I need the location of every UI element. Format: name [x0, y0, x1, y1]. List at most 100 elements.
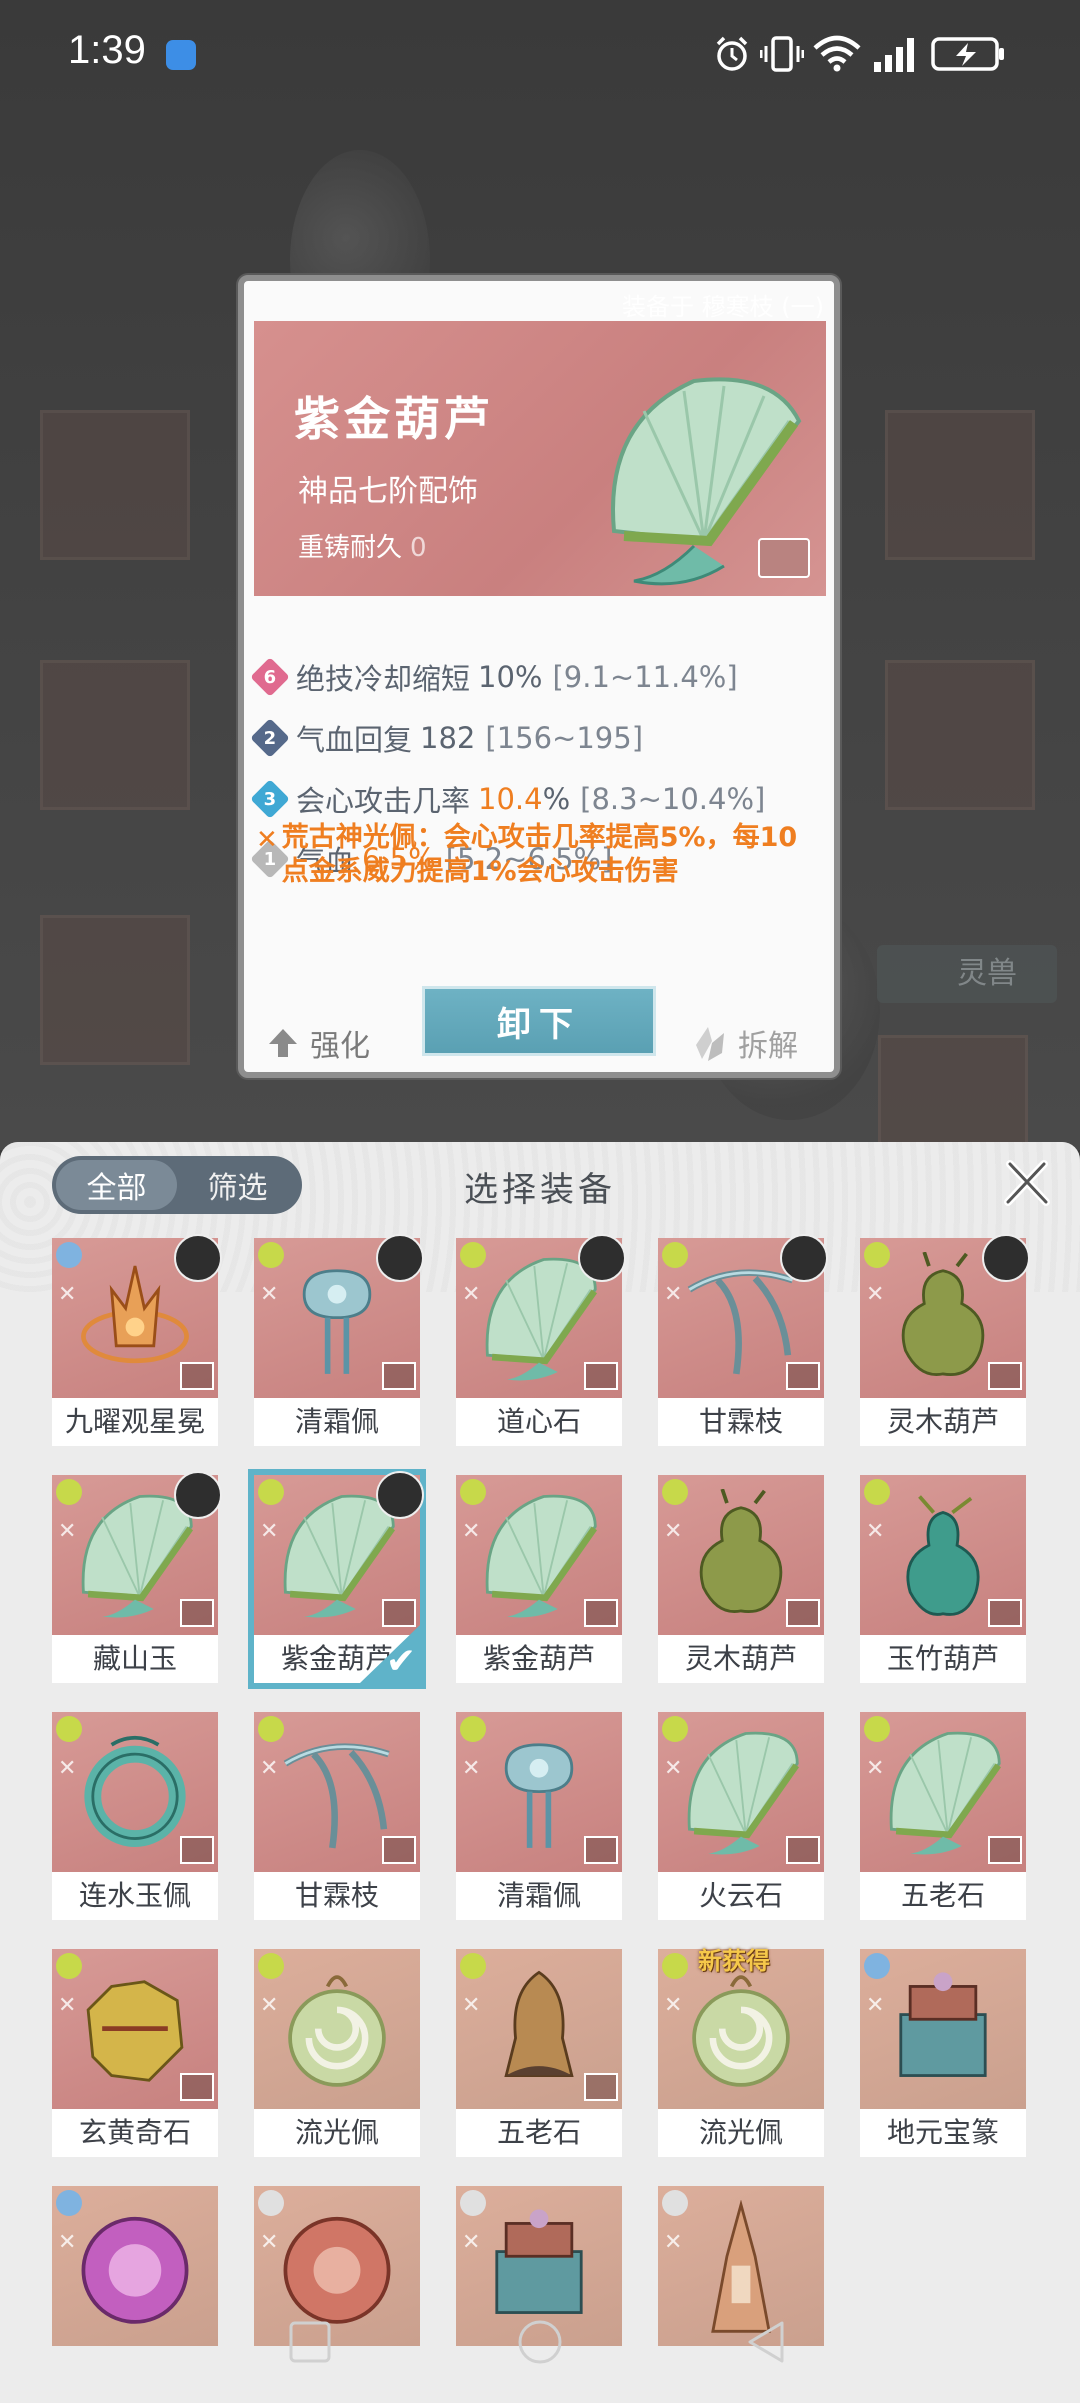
unequip-button[interactable]: 卸下	[422, 986, 656, 1056]
set-icon: ✕	[664, 1756, 683, 1781]
item-name: 清霜佩	[456, 1872, 622, 1920]
item-name: 藏山玉	[52, 1635, 218, 1683]
equipment-item[interactable]: ✕ 清霜佩	[456, 1712, 622, 1920]
signal-icon	[874, 38, 914, 72]
home-button[interactable]	[516, 2320, 564, 2368]
owner-avatar	[174, 1234, 222, 1282]
clock: 1:39	[68, 28, 146, 72]
equipment-slot-bg[interactable]	[885, 660, 1035, 810]
set-icon: ✕	[866, 1519, 885, 1544]
stat-rank-icon: 2	[250, 718, 290, 758]
system-nav-bar	[0, 2290, 1080, 2403]
set-icon: ✕	[664, 1993, 683, 2018]
lock-icon	[382, 1362, 416, 1390]
set-icon: ✕	[664, 1282, 683, 1307]
card-header: 紫金葫芦 神品七阶配饰 重铸耐久 0	[254, 321, 826, 596]
item-name: 连水玉佩	[52, 1872, 218, 1920]
owner-avatar	[780, 1234, 828, 1282]
arrow-up-icon	[269, 1029, 297, 1057]
equipment-item[interactable]: ✕ 火云石	[658, 1712, 824, 1920]
equipment-item[interactable]: ✕ 藏山玉	[52, 1471, 222, 1683]
element-icon	[460, 1242, 486, 1268]
item-name: 九曜观星冕	[52, 1398, 218, 1446]
element-icon	[460, 1716, 486, 1742]
stat-label: 绝技冷却缩短	[296, 662, 471, 696]
equipment-item[interactable]: ✕ 甘霖枝	[658, 1234, 828, 1446]
equipment-item[interactable]: ✕ 五老石	[456, 1949, 622, 2157]
element-icon	[56, 1242, 82, 1268]
set-icon: ✕	[664, 1519, 683, 1544]
element-icon	[258, 2190, 284, 2216]
equipment-item[interactable]: ✕ 玄黄奇石	[52, 1949, 218, 2157]
equipment-slot-bg[interactable]	[878, 1035, 1028, 1150]
recast-label: 重铸耐久	[298, 533, 403, 563]
stat-label: 会心攻击几率	[296, 784, 471, 818]
item-artwork	[288, 1975, 386, 2087]
equipment-select-panel: 全部 筛选 选择装备 ✕ 九曜观星冕 ✕ 清霜佩 ✕ 道心石 ✕ 甘霖枝 ✕ 灵木葫芦 ✕ 藏山玉 ✕ 紫…	[0, 1142, 1080, 2403]
equipment-slot-bg[interactable]	[40, 915, 190, 1065]
wifi-icon	[813, 35, 861, 72]
stat-value: 182	[420, 721, 476, 755]
spirit-beast-tag[interactable]: 灵兽	[877, 945, 1057, 1003]
item-name: 灵木葫芦	[860, 1398, 1026, 1446]
equipment-slot-bg[interactable]	[40, 660, 190, 810]
stat-range: [8.3~10.4%]	[580, 782, 766, 816]
equipment-item[interactable]: ✕ 灵木葫芦	[860, 1234, 1030, 1446]
equipment-item[interactable]: ✕ 玉竹葫芦	[860, 1475, 1026, 1683]
element-icon	[460, 2190, 486, 2216]
stat-label: 气血回复	[296, 723, 413, 757]
element-icon	[662, 2190, 688, 2216]
element-icon	[56, 1479, 82, 1505]
set-icon: ✕	[462, 1756, 481, 1781]
item-name: 甘霖枝	[254, 1872, 420, 1920]
item-name: 流光佩	[254, 2109, 420, 2157]
lock-button[interactable]	[758, 538, 810, 578]
equipment-item[interactable]: ✕ 紫金葫芦 ✔	[248, 1469, 426, 1689]
dismantle-button[interactable]: 拆解	[692, 1021, 798, 1065]
special-effect-text: 荒古神光佩：会心攻击几率提高5%，每10点金系威力提高1%会心攻击伤害	[281, 822, 798, 887]
element-icon	[460, 1953, 486, 1979]
equipment-item[interactable]: ✕ 地元宝篆	[860, 1949, 1026, 2157]
element-icon	[258, 1953, 284, 1979]
lock-icon	[786, 1836, 820, 1864]
equipment-item[interactable]: ✕ 甘霖枝	[254, 1712, 420, 1920]
lock-icon	[180, 1836, 214, 1864]
equipment-item[interactable]: ✕ 灵木葫芦	[658, 1475, 824, 1683]
lock-icon	[584, 1836, 618, 1864]
equipment-item[interactable]: ✕ 新获得 流光佩	[658, 1947, 824, 2157]
stat-rank-icon: 3	[250, 779, 290, 819]
stat-row: 2 气血回复 182 [156~195]	[250, 717, 643, 759]
lock-icon	[382, 1599, 416, 1627]
element-icon	[864, 1242, 890, 1268]
close-icon[interactable]	[1002, 1158, 1052, 1208]
set-icon: ✕	[58, 2230, 77, 2255]
element-icon	[460, 1479, 486, 1505]
item-name: 道心石	[456, 1398, 622, 1446]
equipment-item[interactable]: ✕ 流光佩	[254, 1949, 420, 2157]
item-name: 清霜佩	[254, 1398, 420, 1446]
set-icon: ✕	[462, 1282, 481, 1307]
equipment-item[interactable]: ✕ 紫金葫芦	[456, 1475, 622, 1683]
equipment-slot-bg[interactable]	[885, 410, 1035, 560]
owner-avatar	[578, 1234, 626, 1282]
element-icon	[56, 2190, 82, 2216]
equipment-item[interactable]: ✕ 道心石	[456, 1234, 626, 1446]
new-badge: 新获得	[698, 1947, 770, 1975]
lock-icon	[786, 1362, 820, 1390]
equipment-item[interactable]: ✕ 五老石	[860, 1712, 1026, 1920]
strengthen-button[interactable]: 强化	[266, 1021, 370, 1065]
equipment-item[interactable]: ✕ 连水玉佩	[52, 1712, 218, 1920]
item-name: 火云石	[658, 1872, 824, 1920]
recent-apps-button[interactable]	[288, 2320, 332, 2364]
set-icon: ✕	[462, 2230, 481, 2255]
equipment-item[interactable]: ✕ 清霜佩	[254, 1234, 424, 1446]
dismantle-icon	[696, 1027, 724, 1061]
equipment-slot-bg[interactable]	[40, 410, 190, 560]
dismantle-label: 拆解	[738, 1029, 798, 1064]
stat-row: 6 绝技冷却缩短 10% [9.1~11.4%]	[250, 656, 738, 698]
equipment-item[interactable]: ✕ 九曜观星冕	[52, 1234, 222, 1446]
lock-icon	[988, 1599, 1022, 1627]
set-icon: ✕	[462, 1519, 481, 1544]
set-icon: ✕	[664, 2230, 683, 2255]
back-button[interactable]	[744, 2320, 788, 2364]
